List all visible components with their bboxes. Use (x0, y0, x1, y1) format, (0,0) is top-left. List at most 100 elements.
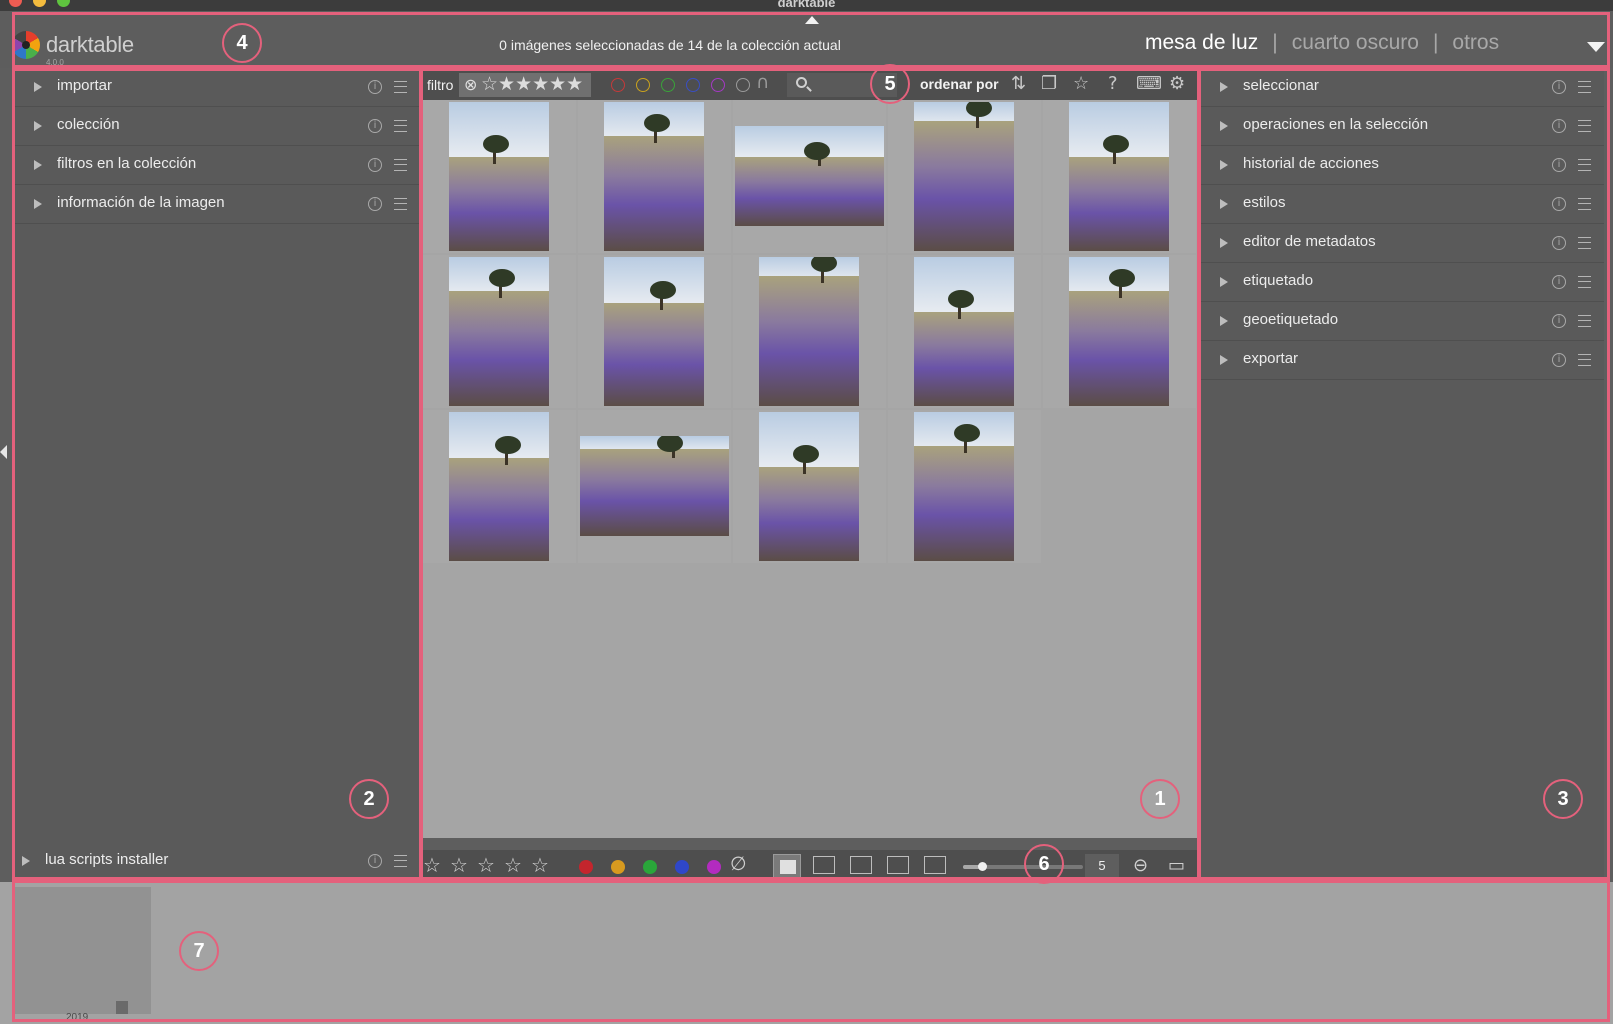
expand-arrow-icon[interactable] (1220, 316, 1228, 326)
zoomable-layout-icon[interactable] (813, 856, 835, 874)
timeline-filmstrip[interactable]: 2019 (0, 882, 1613, 1024)
zoom-slider-knob[interactable] (978, 862, 987, 871)
thumbnail-cell[interactable] (423, 410, 576, 563)
thumbnail-cell[interactable] (578, 255, 731, 408)
thumbnail-cell[interactable] (578, 410, 731, 563)
rating-star-icon[interactable]: ☆ (477, 853, 495, 877)
expand-arrow-icon[interactable] (1220, 82, 1228, 92)
thumbnail-image[interactable] (580, 436, 729, 536)
expand-arrow-icon[interactable] (1220, 238, 1228, 248)
thumbnail-image[interactable] (914, 412, 1014, 561)
thumbnail-cell[interactable] (1043, 100, 1196, 253)
view-lighttable[interactable]: mesa de luz (1145, 31, 1258, 54)
color-label-button[interactable] (643, 860, 657, 874)
expand-arrow-icon[interactable] (1220, 160, 1228, 170)
thumbnail-image[interactable] (449, 257, 549, 406)
thumbnail-cell[interactable] (423, 100, 576, 253)
color-label-filter-icon[interactable] (736, 78, 750, 92)
thumbnail-image[interactable] (1069, 257, 1169, 406)
thumbnail-cell[interactable] (1043, 255, 1196, 408)
presets-menu-icon[interactable] (394, 855, 407, 867)
presets-menu-icon[interactable] (1578, 315, 1591, 327)
rating-star-icon[interactable]: ☆ (531, 853, 549, 877)
thumbnail-image[interactable] (604, 257, 704, 406)
thumbnail-image[interactable] (914, 257, 1014, 406)
thumbnail-image[interactable] (914, 102, 1014, 251)
view-other[interactable]: otros (1452, 31, 1499, 54)
lighttable-grid[interactable] (423, 100, 1197, 838)
expand-arrow-icon[interactable] (34, 121, 42, 131)
rating-filter[interactable]: ⊗ ☆★★★★★ (459, 73, 591, 97)
thumbnail-image[interactable] (759, 412, 859, 561)
module-filtros-en-la-colección[interactable]: filtros en la colección i (14, 146, 420, 185)
collapse-left-panel-arrow-icon[interactable] (0, 445, 7, 459)
color-label-button[interactable] (707, 860, 721, 874)
info-icon[interactable]: i (368, 158, 382, 172)
thumbnail-image[interactable] (604, 102, 704, 251)
thumbnail-cell[interactable] (423, 255, 576, 408)
info-icon[interactable]: i (1552, 236, 1566, 250)
info-icon[interactable]: i (1552, 197, 1566, 211)
module-información-de-la-imagen[interactable]: información de la imagen i (14, 185, 420, 224)
presets-menu-icon[interactable] (1578, 81, 1591, 93)
color-label-filter-icon[interactable] (636, 78, 650, 92)
module-exportar[interactable]: exportar i (1200, 341, 1604, 380)
module-editor-de-metadatos[interactable]: editor de metadatos i (1200, 224, 1604, 263)
module-operaciones-en-la-selección[interactable]: operaciones en la selección i (1200, 107, 1604, 146)
thumbnail-cell[interactable] (733, 410, 886, 563)
expand-arrow-icon[interactable] (1220, 277, 1228, 287)
info-icon[interactable]: i (1552, 314, 1566, 328)
module-lua-scripts-installer[interactable]: lua scripts installer i (14, 842, 420, 880)
module-estilos[interactable]: estilos i (1200, 185, 1604, 224)
expand-arrow-icon[interactable] (34, 82, 42, 92)
info-icon[interactable]: i (1552, 119, 1566, 133)
info-icon[interactable]: i (368, 119, 382, 133)
info-icon[interactable]: i (368, 197, 382, 211)
info-icon[interactable]: i (368, 854, 382, 868)
info-icon[interactable]: i (1552, 80, 1566, 94)
thumbnail-image[interactable] (449, 102, 549, 251)
thumbnail-image[interactable] (735, 126, 884, 226)
presets-menu-icon[interactable] (394, 120, 407, 132)
full-preview-layout-icon[interactable] (924, 856, 946, 874)
presets-menu-icon[interactable] (394, 198, 407, 210)
view-darkroom[interactable]: cuarto oscuro (1292, 31, 1419, 54)
info-icon[interactable]: i (1552, 275, 1566, 289)
grouping-icon[interactable]: ❐ (1041, 73, 1057, 94)
rating-star-icon[interactable]: ☆ (423, 853, 441, 877)
thumbnail-cell[interactable] (733, 255, 886, 408)
thumbnail-image[interactable] (759, 257, 859, 406)
views-dropdown-icon[interactable] (1587, 42, 1605, 52)
presets-menu-icon[interactable] (1578, 120, 1591, 132)
module-colección[interactable]: colección i (14, 107, 420, 146)
collapse-header-arrow-icon[interactable] (805, 16, 819, 24)
sort-by-label[interactable]: ordenar por (920, 76, 999, 92)
display-profile-icon[interactable]: ▭ (1168, 855, 1185, 876)
thumbnail-cell[interactable] (578, 100, 731, 253)
zoom-entry-field[interactable]: 5 (1085, 854, 1119, 878)
thumbnail-cell[interactable] (888, 100, 1041, 253)
color-label-filter-icon[interactable] (686, 78, 700, 92)
thumbnail-cell[interactable] (888, 410, 1041, 563)
info-icon[interactable]: i (368, 80, 382, 94)
module-historial-de-acciones[interactable]: historial de acciones i (1200, 146, 1604, 185)
thumbnail-cell[interactable] (888, 255, 1041, 408)
presets-menu-icon[interactable] (1578, 276, 1591, 288)
focus-peaking-icon[interactable]: ⊖ (1133, 855, 1148, 876)
thumbnail-image[interactable] (449, 412, 549, 561)
help-icon[interactable]: ? (1108, 73, 1118, 94)
color-and-operator-icon[interactable]: ∩ (756, 72, 769, 93)
zoom-slider[interactable] (963, 862, 1083, 871)
presets-menu-icon[interactable] (1578, 198, 1591, 210)
module-seleccionar[interactable]: seleccionar i (1200, 68, 1604, 107)
culling-fixed-layout-icon[interactable] (850, 856, 872, 874)
color-label-button[interactable] (579, 860, 593, 874)
timeline-block[interactable] (14, 887, 151, 1014)
sort-order-icon[interactable]: ⇅ (1011, 73, 1026, 94)
expand-arrow-icon[interactable] (1220, 199, 1228, 209)
overlay-star-icon[interactable]: ☆ (1073, 73, 1089, 94)
expand-arrow-icon[interactable] (1220, 355, 1228, 365)
presets-menu-icon[interactable] (1578, 237, 1591, 249)
preferences-icon[interactable]: ⚙ (1169, 73, 1185, 94)
module-etiquetado[interactable]: etiquetado i (1200, 263, 1604, 302)
